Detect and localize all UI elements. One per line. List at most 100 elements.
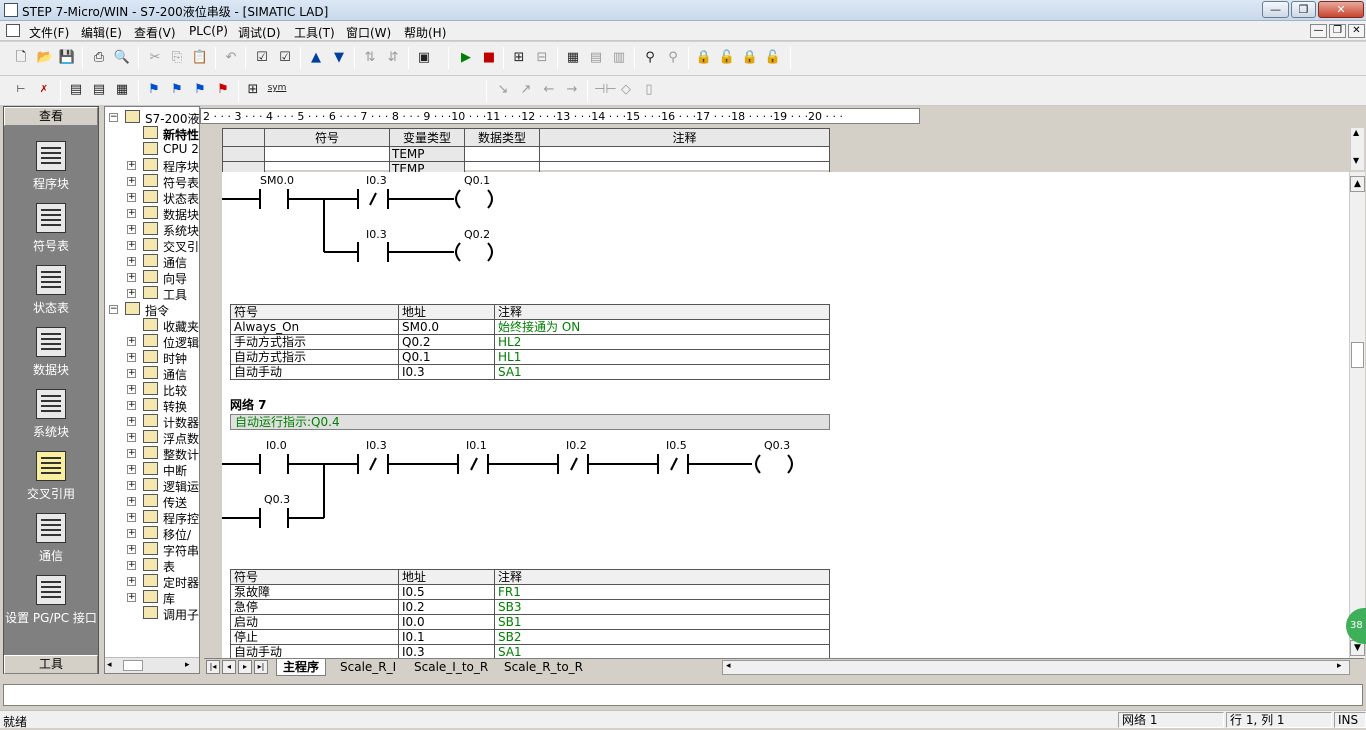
tab-scale-i-to-r[interactable]: Scale_I_to_R xyxy=(408,659,494,676)
undo-icon[interactable]: ↶ xyxy=(222,49,240,67)
first-tab-icon[interactable]: |◂ xyxy=(206,660,220,674)
menu-help[interactable]: 帮助(H) xyxy=(404,24,446,41)
expand-icon[interactable]: + xyxy=(127,257,136,266)
tree-item[interactable]: + 库 xyxy=(105,589,199,605)
tree-item[interactable]: + 状态表 xyxy=(105,189,199,205)
unlock-icon[interactable]: 🔓 xyxy=(718,49,736,67)
remove-bookmarks-icon[interactable]: ⚑ xyxy=(214,81,232,99)
expand-icon[interactable]: + xyxy=(127,385,136,394)
tree-item[interactable]: + 系统块 xyxy=(105,221,199,237)
tree-item[interactable]: + 数据块 xyxy=(105,205,199,221)
expand-icon[interactable]: + xyxy=(127,177,136,186)
tab-main-program[interactable]: 主程序 xyxy=(276,659,327,676)
tree-item[interactable]: + 逻辑运 xyxy=(105,477,199,493)
collapse-icon[interactable]: − xyxy=(109,305,118,314)
line-up-icon[interactable]: ↗ xyxy=(517,81,535,99)
nav-item-program-block[interactable]: 程序块 xyxy=(4,139,98,199)
unforce-all-icon[interactable]: 🔓 xyxy=(764,49,782,67)
line-down-icon[interactable]: ↘ xyxy=(494,81,512,99)
scroll-right-icon[interactable]: ▸ xyxy=(1337,661,1342,671)
var-table-scrollbar[interactable]: ▲ ▼ xyxy=(1350,128,1364,170)
tree-item[interactable]: + 字符串 xyxy=(105,541,199,557)
toggle-comments-icon[interactable]: ▤ xyxy=(90,81,108,99)
tree-item[interactable]: − S7-200液 xyxy=(105,109,199,125)
scroll-down-icon[interactable]: ▼ xyxy=(1353,156,1359,165)
tree-item[interactable]: + 通信 xyxy=(105,365,199,381)
expand-icon[interactable]: + xyxy=(127,561,136,570)
coil-icon[interactable]: ◇ xyxy=(617,81,635,99)
tree-horizontal-scrollbar[interactable]: ◂ ▸ xyxy=(105,657,199,673)
apply-symbols-icon[interactable]: ⊞ xyxy=(244,81,262,99)
tree-item[interactable]: + 传送 xyxy=(105,493,199,509)
chart-status-icon[interactable]: ▦ xyxy=(564,49,582,67)
expand-icon[interactable]: + xyxy=(127,289,136,298)
cut-icon[interactable]: ✂ xyxy=(146,49,164,67)
open-icon[interactable]: 📂 xyxy=(36,49,54,67)
scroll-thumb[interactable] xyxy=(123,660,143,671)
scroll-left-icon[interactable]: ◂ xyxy=(107,660,112,670)
expand-icon[interactable]: + xyxy=(127,577,136,586)
sort-ascending-icon[interactable]: ⇅ xyxy=(361,49,379,67)
nav-header-view[interactable]: 查看 xyxy=(4,107,98,126)
lad-editor[interactable]: SM0.0 I0.3 I0.3 Q0.1 Q0.2 I0.0 I0.3 I0.1… xyxy=(222,172,1350,658)
nav-item-pgpc-interface[interactable]: 设置 PG/PC 接口 xyxy=(4,573,98,633)
expand-icon[interactable]: + xyxy=(127,513,136,522)
line-right-icon[interactable]: → xyxy=(563,81,581,99)
tree-item[interactable]: + 交叉引 xyxy=(105,237,199,253)
scroll-thumb[interactable] xyxy=(1351,342,1364,368)
sort-descending-icon[interactable]: ⇵ xyxy=(384,49,402,67)
delete-network-icon[interactable]: ✗ xyxy=(35,81,53,99)
expand-icon[interactable]: + xyxy=(127,481,136,490)
single-read-icon[interactable]: ▤ xyxy=(587,49,605,67)
tree-item[interactable]: 调用子 xyxy=(105,605,199,621)
toggle-bookmark-icon[interactable]: ⚑ xyxy=(145,81,163,99)
tree-item[interactable]: + 向导 xyxy=(105,269,199,285)
tree-item[interactable]: + 时钟 xyxy=(105,349,199,365)
print-preview-icon[interactable]: 🔍 xyxy=(113,49,131,67)
tree-item[interactable]: CPU 2 xyxy=(105,141,199,157)
tree-item[interactable]: + 通信 xyxy=(105,253,199,269)
nav-footer-tools[interactable]: 工具 xyxy=(4,655,98,674)
scroll-right-icon[interactable]: ▸ xyxy=(185,660,190,670)
expand-icon[interactable]: + xyxy=(127,433,136,442)
program-status-icon[interactable]: ⊞ xyxy=(510,49,528,67)
upload-icon[interactable]: ▲ xyxy=(307,49,325,67)
expand-icon[interactable]: + xyxy=(127,417,136,426)
box-icon[interactable]: ▯ xyxy=(640,81,658,99)
pane-splitter[interactable] xyxy=(201,106,204,674)
expand-icon[interactable]: + xyxy=(127,193,136,202)
expand-icon[interactable]: + xyxy=(127,337,136,346)
expand-icon[interactable]: + xyxy=(127,241,136,250)
mdi-close-button[interactable]: ✕ xyxy=(1348,24,1365,38)
next-tab-icon[interactable]: ▸ xyxy=(238,660,252,674)
menu-view[interactable]: 查看(V) xyxy=(134,24,176,41)
output-window[interactable] xyxy=(3,684,1363,706)
expand-icon[interactable]: + xyxy=(127,353,136,362)
unforce-icon[interactable]: ⚲ xyxy=(664,49,682,67)
pause-status-icon[interactable]: ⊟ xyxy=(533,49,551,67)
expand-icon[interactable]: + xyxy=(127,497,136,506)
nav-item-data-block[interactable]: 数据块 xyxy=(4,325,98,385)
menu-file[interactable]: 文件(F) xyxy=(29,24,69,41)
menu-edit[interactable]: 编辑(E) xyxy=(81,24,122,41)
table-row[interactable]: TEMP xyxy=(222,146,830,162)
nav-item-status-table[interactable]: 状态表 xyxy=(4,263,98,323)
expand-icon[interactable]: + xyxy=(127,369,136,378)
next-bookmark-icon[interactable]: ⚑ xyxy=(168,81,186,99)
nav-item-cross-reference[interactable]: 交叉引用 xyxy=(4,449,98,509)
tree-item[interactable]: + 移位/ xyxy=(105,525,199,541)
tree-item[interactable]: + 符号表 xyxy=(105,173,199,189)
tree-item[interactable]: + 程序块 xyxy=(105,157,199,173)
network-label[interactable]: 网络 7 xyxy=(230,396,267,413)
tree-item[interactable]: + 定时器 xyxy=(105,573,199,589)
line-left-icon[interactable]: ← xyxy=(540,81,558,99)
compile-all-icon[interactable]: ☑ xyxy=(276,49,294,67)
scroll-up-icon[interactable]: ▲ xyxy=(1353,128,1359,137)
nav-item-system-block[interactable]: 系统块 xyxy=(4,387,98,447)
tree-item[interactable]: + 计数器 xyxy=(105,413,199,429)
options-icon[interactable]: ▣ xyxy=(415,49,433,67)
paste-icon[interactable]: 📋 xyxy=(191,49,209,67)
minimize-button[interactable]: — xyxy=(1262,1,1289,18)
expand-icon[interactable]: + xyxy=(127,161,136,170)
save-all-icon[interactable]: 💾 xyxy=(58,49,76,67)
